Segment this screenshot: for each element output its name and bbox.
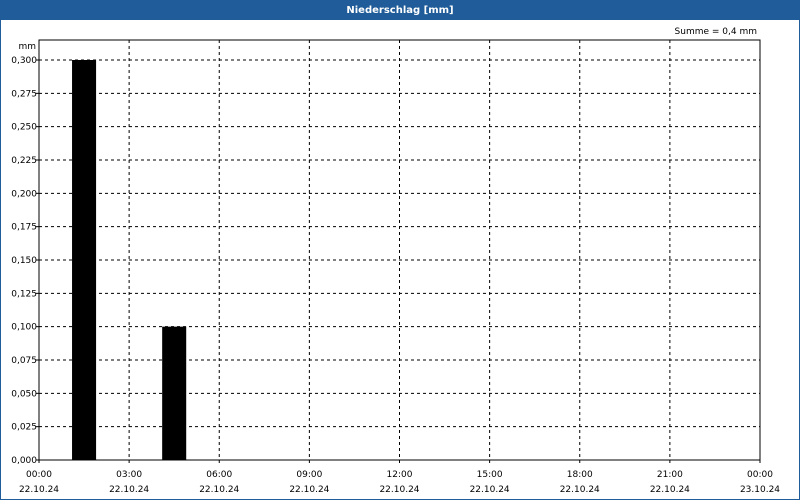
- y-tick-label: 0,025: [11, 423, 37, 433]
- x-tick-date: 22.10.24: [470, 485, 510, 495]
- x-tick-time: 00:00: [747, 470, 773, 480]
- x-tick-date: 22.10.24: [560, 485, 600, 495]
- y-tick-label: 0,200: [11, 189, 37, 199]
- y-tick-label: 0,250: [11, 123, 37, 133]
- x-tick-time: 21:00: [657, 470, 683, 480]
- x-tick-time: 15:00: [477, 470, 503, 480]
- y-tick-label: 0,225: [11, 156, 37, 166]
- y-tick-label: 0,050: [11, 389, 37, 399]
- y-tick-label: 0,300: [11, 56, 37, 66]
- precipitation-bar: [162, 326, 187, 460]
- x-tick-date: 22.10.24: [19, 485, 59, 495]
- x-tick-date: 22.10.24: [650, 485, 690, 495]
- sum-label: Summe = 0,4 mm: [675, 27, 757, 37]
- y-tick-label: 0,075: [11, 356, 37, 366]
- y-axis-unit: mm: [18, 42, 36, 52]
- x-tick-time: 03:00: [116, 470, 142, 480]
- precipitation-bar: [72, 60, 97, 460]
- x-tick-date: 23.10.24: [740, 485, 780, 495]
- x-tick-date: 22.10.24: [289, 485, 329, 495]
- y-tick-label: 0,100: [11, 323, 37, 333]
- y-tick-label: 0,125: [11, 289, 37, 299]
- x-tick-time: 06:00: [206, 470, 232, 480]
- x-tick-date: 22.10.24: [199, 485, 239, 495]
- x-tick-time: 12:00: [387, 470, 413, 480]
- y-tick-label: 0,150: [11, 256, 37, 266]
- y-tick-label: 0,275: [11, 89, 37, 99]
- x-tick-time: 00:00: [26, 470, 52, 480]
- y-tick-label: 0,000: [11, 456, 37, 466]
- precipitation-chart: Summe = 0,4 mm mm 0,000 0,025 0,050 0,075 0,…: [11, 27, 780, 495]
- y-tick-label: 0,175: [11, 223, 37, 233]
- x-tick-date: 22.10.24: [379, 485, 419, 495]
- x-tick-time: 18:00: [567, 470, 593, 480]
- x-tick-time: 09:00: [296, 470, 322, 480]
- x-tick-date: 22.10.24: [109, 485, 149, 495]
